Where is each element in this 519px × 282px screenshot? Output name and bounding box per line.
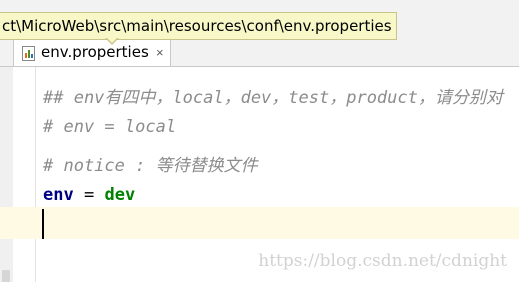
- close-icon[interactable]: ×: [156, 45, 164, 60]
- tab-label: env.properties: [41, 43, 149, 61]
- property-operator: =: [83, 185, 95, 205]
- code-line-4[interactable]: env = dev: [43, 185, 135, 205]
- file-path-tooltip: ct\MicroWeb\src\main\resources\conf\env.…: [0, 12, 397, 40]
- code-line-3[interactable]: # notice : 等待替换文件: [43, 151, 258, 176]
- scroll-marker: [2, 270, 10, 282]
- editor-gutter: [0, 67, 13, 282]
- fold-gutter: [13, 67, 36, 282]
- property-value: dev: [104, 185, 136, 205]
- property-key: env: [43, 185, 74, 205]
- watermark: https://blog.csdn.net/cdnight: [258, 251, 507, 271]
- tab-env-properties[interactable]: env.properties ×: [13, 38, 171, 66]
- text-cursor: [42, 209, 44, 239]
- code-line-2[interactable]: # env = local: [43, 117, 176, 137]
- code-line-1[interactable]: ## env有四中，local，dev，test，product，请分别对: [43, 83, 503, 108]
- current-line-highlight: [0, 207, 519, 239]
- properties-file-icon: [22, 46, 35, 61]
